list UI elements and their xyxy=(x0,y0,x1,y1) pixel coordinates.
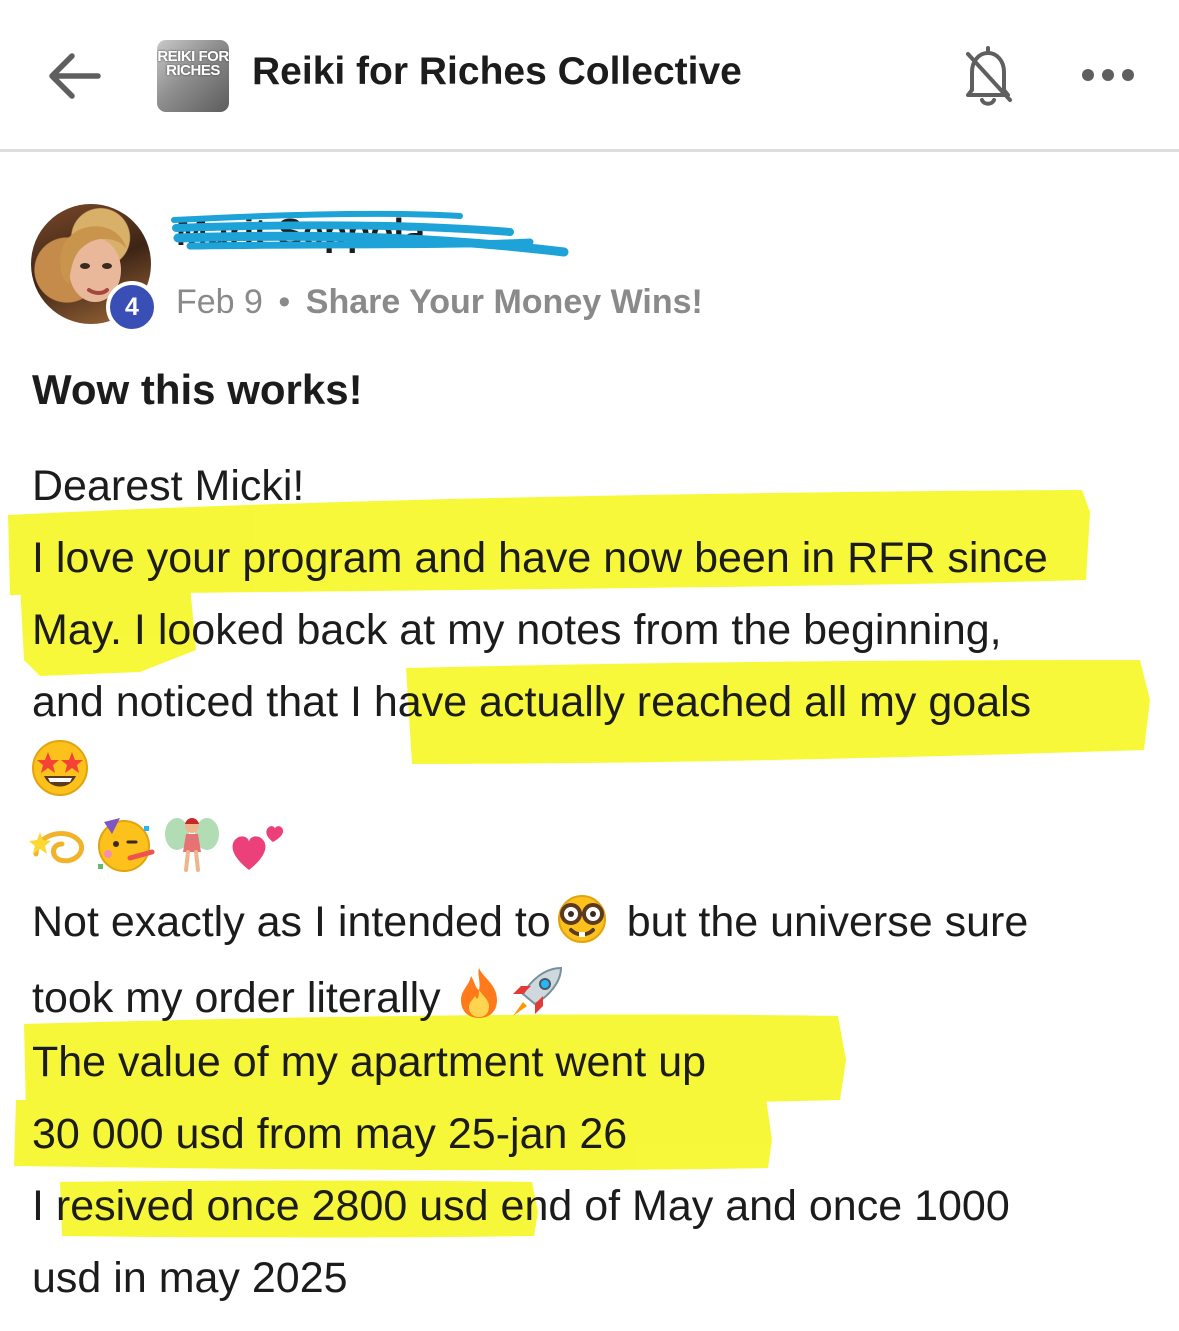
nerd-face-emoji xyxy=(557,895,606,943)
back-arrow-icon[interactable] xyxy=(40,46,106,106)
post-text-line-with-emoji: Not exactly as I intended to but the uni… xyxy=(32,892,1028,948)
group-logo[interactable]: REIKI FOR RICHES xyxy=(157,40,229,112)
fire-emoji xyxy=(460,968,497,1018)
rocket-emoji xyxy=(512,966,562,1016)
post-text-fragment: but the universe sure xyxy=(626,898,1029,946)
post-text-fragment: took my order literally xyxy=(32,974,441,1022)
post-text-line-with-emoji: took my order literally xyxy=(32,964,567,1024)
post-meta: Feb 9 • Share Your Money Wins! xyxy=(176,283,703,322)
meta-separator: • xyxy=(278,283,291,321)
name-redaction-scribble xyxy=(171,210,569,257)
post-text-line: usd in may 2025 xyxy=(32,1254,348,1302)
notifications-off-bell-icon[interactable] xyxy=(958,40,1018,110)
emoji-row-2 xyxy=(28,812,289,874)
two-hearts-emoji xyxy=(232,826,284,870)
post-text-fragment: Not exactly as I intended to xyxy=(32,898,551,946)
emoji-row-1 xyxy=(28,736,92,800)
app-header: REIKI FOR RICHES Reiki for Riches Collec… xyxy=(0,0,1179,152)
fairy-emoji xyxy=(164,818,219,872)
more-options-icon[interactable] xyxy=(1080,60,1136,90)
author-level-badge: 4 xyxy=(106,281,158,333)
post-category-link[interactable]: Share Your Money Wins! xyxy=(306,283,703,321)
post-text-line: I love your program and have now been in… xyxy=(32,534,1048,582)
post-text-line: The value of my apartment went up xyxy=(32,1038,707,1086)
post-text-line: 30 000 usd from may 25-jan 26 xyxy=(32,1110,628,1158)
post-text-line: I resived once 2800 usd end of May and o… xyxy=(32,1182,1010,1230)
star-struck-emoji xyxy=(32,740,88,796)
partying-face-emoji xyxy=(98,818,155,872)
group-title[interactable]: Reiki for Riches Collective xyxy=(252,50,742,94)
post-text-line: Dearest Micki! xyxy=(32,462,305,510)
dizzy-emoji xyxy=(29,831,84,864)
post-text-line: and noticed that I have actually reached… xyxy=(32,678,1032,726)
group-logo-text: REIKI FOR RICHES xyxy=(157,48,229,79)
post-text-line: May. I looked back at my notes from the … xyxy=(32,606,1002,654)
post-date: Feb 9 xyxy=(176,283,263,321)
post-title: Wow this works! xyxy=(32,366,363,413)
